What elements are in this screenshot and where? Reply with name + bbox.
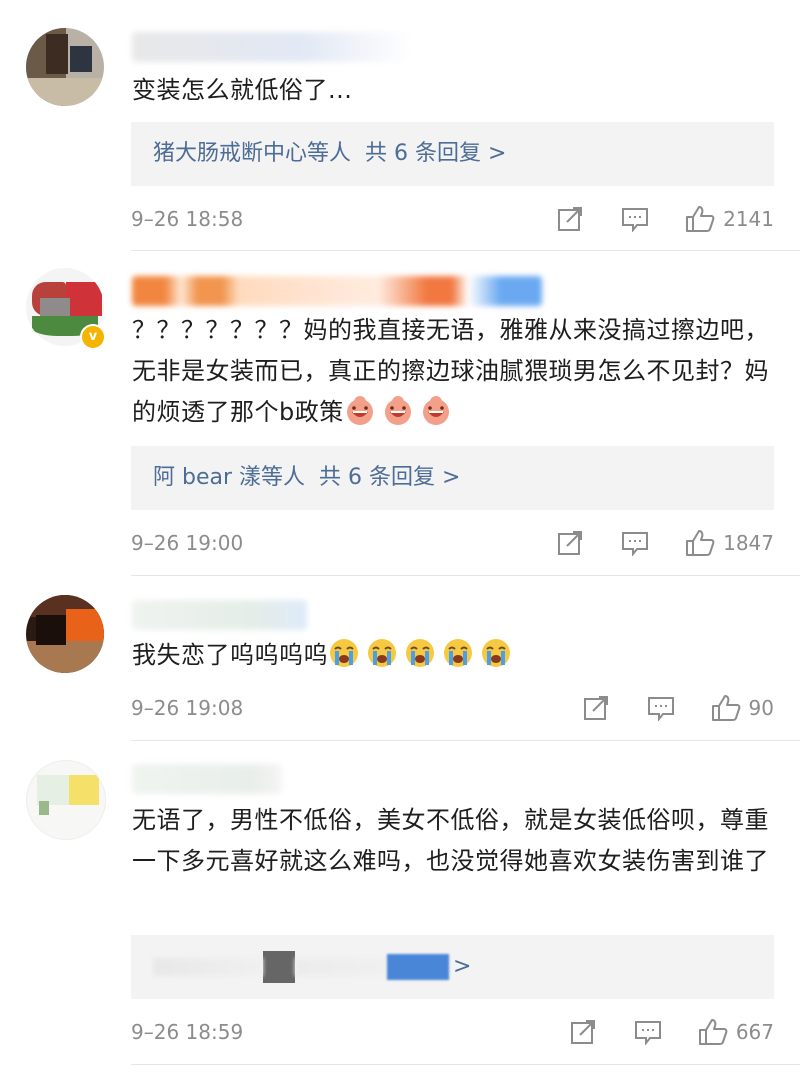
verified-badge: v xyxy=(80,324,106,350)
thumbs-up-icon[interactable] xyxy=(711,694,741,722)
like-count: 2141 xyxy=(723,207,774,231)
share-icon[interactable] xyxy=(557,530,585,556)
divider xyxy=(131,740,800,741)
reply-redacted-block xyxy=(295,958,387,976)
thumbs-up-icon[interactable] xyxy=(698,1018,728,1046)
like-count: 90 xyxy=(748,696,774,720)
comment-text-content: 我失恋了呜呜呜呜 xyxy=(132,641,328,669)
divider xyxy=(131,250,800,251)
timestamp: 9–26 18:59 xyxy=(131,1020,244,1044)
comment-meta: 9–26 19:00 1847 xyxy=(131,528,774,558)
crying-face-emoji xyxy=(328,639,518,669)
comment-meta: 9–26 18:58 2141 xyxy=(131,204,774,234)
comment-meta: 9–26 18:59 667 xyxy=(131,1017,774,1047)
reply-count: 共 6 条回复 > xyxy=(365,141,507,166)
share-icon[interactable] xyxy=(583,695,611,721)
reply-redacted-block xyxy=(263,951,295,983)
comment-text: 变装怎么就低俗了... xyxy=(132,76,353,104)
reply-redacted-block xyxy=(387,954,449,980)
thumbs-up-icon[interactable] xyxy=(685,205,715,233)
comment-text: 无语了，男性不低俗，美女不低俗，就是女装低俗呗，尊重一下多元喜好就这么难吗，也没… xyxy=(132,806,769,875)
reply-summary[interactable]: 猪大肠戒断中心等人共 6 条回复 > xyxy=(131,122,774,186)
username-redacted[interactable] xyxy=(132,764,282,794)
like-count: 1847 xyxy=(723,531,774,555)
comment-icon[interactable] xyxy=(621,206,649,232)
reply-count: 共 6 条回复 > xyxy=(319,465,461,490)
reply-summary[interactable]: 阿 bear 漾等人共 6 条回复 > xyxy=(131,446,774,510)
comment-meta: 9–26 19:08 90 xyxy=(131,693,774,723)
username-redacted[interactable] xyxy=(132,600,307,630)
share-icon[interactable] xyxy=(570,1019,598,1045)
comment-text: 我失恋了呜呜呜呜 xyxy=(132,635,772,676)
reply-count: > xyxy=(453,954,472,979)
username-redacted[interactable] xyxy=(132,32,412,62)
divider xyxy=(131,575,800,576)
avatar[interactable] xyxy=(26,760,106,840)
thumbs-up-icon[interactable] xyxy=(685,529,715,557)
avatar[interactable] xyxy=(26,595,104,673)
comment-icon[interactable] xyxy=(634,1019,662,1045)
like-count: 667 xyxy=(735,1020,774,1044)
timestamp: 9–26 18:58 xyxy=(131,207,244,231)
reply-users: 猪大肠戒断中心等人 xyxy=(153,141,352,166)
comment-icon[interactable] xyxy=(647,695,675,721)
grinning-blob-emoji xyxy=(344,396,458,426)
timestamp: 9–26 19:08 xyxy=(131,696,244,720)
avatar[interactable] xyxy=(26,28,104,106)
comment-icon[interactable] xyxy=(621,530,649,556)
reply-summary[interactable]: > xyxy=(131,935,774,999)
share-icon[interactable] xyxy=(557,206,585,232)
timestamp: 9–26 19:00 xyxy=(131,531,244,555)
reply-redacted-block xyxy=(153,958,263,976)
divider xyxy=(131,1064,800,1065)
reply-users: 阿 bear 漾等人 xyxy=(153,465,306,490)
username-redacted[interactable] xyxy=(132,276,542,306)
comment-text: ？？？？？？？妈的我直接无语，雅雅从来没搞过擦边吧，无非是女装而已，真正的擦边球… xyxy=(132,310,772,433)
